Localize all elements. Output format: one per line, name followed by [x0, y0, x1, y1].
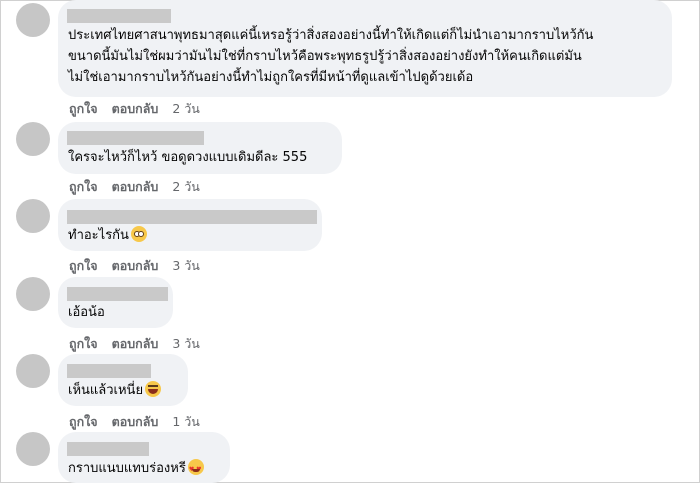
reply-button[interactable]: ตอบกลับ [112, 99, 159, 119]
comment-text-line: ใครจะไหว้ก็ไหว้ ขอดูดวงแบบเดิมดีละ 555 [68, 150, 308, 165]
comment-bubble: เอ้อน้อ [58, 277, 173, 328]
heart-eyes-emoji-icon [187, 459, 204, 480]
comment-text: กราบแนบแทบร่องหรี [68, 461, 186, 476]
comment-bubble: ประเทศไทยศาสนาพุทธมาสุดแค่นี้เหรอรู้ว่าส… [58, 0, 672, 97]
reply-button[interactable]: ตอบกลับ [112, 334, 159, 354]
comment-text-line: ประเทศไทยศาสนาพุทธมาสุดแค่นี้เหรอรู้ว่าส… [68, 28, 594, 43]
like-button[interactable]: ถูกใจ [69, 256, 98, 276]
timestamp[interactable]: 3 วัน [172, 334, 200, 354]
flushed-face-emoji-icon [130, 226, 147, 242]
avatar[interactable] [16, 122, 50, 156]
avatar[interactable] [16, 354, 50, 388]
like-button[interactable]: ถูกใจ [69, 334, 98, 354]
comment-actions: ถูกใจ ตอบกลับ 2 วัน [69, 99, 200, 116]
redacted-author-name[interactable] [67, 131, 204, 145]
avatar[interactable] [16, 432, 50, 466]
comment-text-line: ทำอะไรกัน [68, 226, 312, 246]
avatar[interactable] [16, 3, 50, 37]
reply-button[interactable]: ตอบกลับ [112, 177, 159, 197]
laughing-face-emoji-icon [145, 381, 162, 397]
timestamp[interactable]: 3 วัน [172, 256, 200, 276]
comment-actions: ถูกใจ ตอบกลับ 1 วัน [69, 412, 200, 429]
comment-bubble: กราบแนบแทบร่องหรี [58, 432, 230, 483]
like-button[interactable]: ถูกใจ [69, 177, 98, 197]
reply-button[interactable]: ตอบกลับ [112, 412, 159, 432]
comment-actions: ถูกใจ ตอบกลับ 3 วัน [69, 256, 200, 273]
comment-bubble: ทำอะไรกัน [58, 199, 322, 251]
reply-button[interactable]: ตอบกลับ [112, 256, 159, 276]
comment-text: เห็นแล้วเหนี่ย [68, 383, 144, 398]
comment-bubble: เห็นแล้วเหนี่ย [58, 354, 188, 406]
redacted-author-name[interactable] [67, 287, 168, 301]
comment-actions: ถูกใจ ตอบกลับ 3 วัน [69, 334, 200, 351]
timestamp[interactable]: 2 วัน [172, 177, 200, 197]
avatar[interactable] [16, 277, 50, 311]
comment-text-line: เอ้อน้อ [68, 305, 105, 320]
comment-text: ทำอะไรกัน [68, 228, 129, 243]
like-button[interactable]: ถูกใจ [69, 99, 98, 119]
comment-bubble: ใครจะไหว้ก็ไหว้ ขอดูดวงแบบเดิมดีละ 555 [58, 122, 342, 174]
comment-text-line: ขนาดนี้มันไม่ใช่ผมว่ามันไม่ใช่ที่กราบไหว… [68, 49, 582, 64]
comment-text-line: เห็นแล้วเหนี่ย [68, 381, 178, 401]
redacted-author-name[interactable] [67, 210, 317, 224]
comment-actions: ถูกใจ ตอบกลับ 2 วัน [69, 177, 200, 194]
redacted-author-name[interactable] [67, 9, 171, 23]
avatar[interactable] [16, 199, 50, 233]
redacted-author-name[interactable] [67, 364, 151, 378]
comment-text-line: กราบแนบแทบร่องหรี [68, 459, 220, 480]
redacted-author-name[interactable] [67, 442, 149, 456]
timestamp[interactable]: 1 วัน [172, 412, 200, 432]
timestamp[interactable]: 2 วัน [172, 99, 200, 119]
like-button[interactable]: ถูกใจ [69, 412, 98, 432]
comment-text-line: ไม่ใช่เอามากราบไหว้กันอย่างนี้ทำไม่ถูกใค… [68, 70, 474, 85]
